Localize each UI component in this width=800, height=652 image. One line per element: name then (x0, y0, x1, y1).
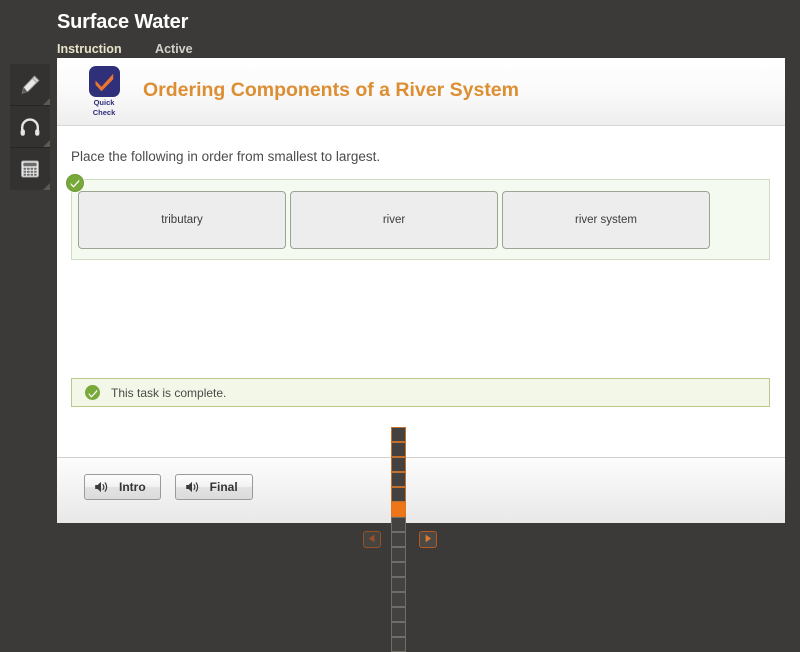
order-tile-label: river (382, 214, 406, 226)
page-dot-5[interactable] (391, 486, 406, 502)
order-tile-label: tributary (161, 214, 203, 226)
page-dot-14[interactable] (391, 621, 406, 637)
tab-instruction[interactable]: Instruction (57, 40, 122, 58)
task-complete-banner: This task is complete. (71, 378, 770, 407)
tool-calculator-button[interactable] (10, 148, 50, 190)
order-tile-label: river system (575, 214, 637, 226)
prompt-text: Place the following in order from smalle… (71, 149, 381, 164)
page-dot-15[interactable] (391, 636, 406, 652)
final-audio-label: Final (209, 480, 238, 494)
page-dot-13[interactable] (391, 606, 406, 622)
tab-active[interactable]: Active (155, 40, 193, 58)
tool-highlighter-button[interactable] (10, 64, 50, 106)
tool-audio-button[interactable] (10, 106, 50, 148)
page-navigation-bar (0, 426, 800, 652)
page-dot-11[interactable] (391, 576, 406, 592)
tool-corner-marker (43, 98, 50, 105)
ordering-drop-zone[interactable]: tributary river river system (66, 174, 770, 260)
order-tile[interactable]: river (290, 191, 498, 249)
triangle-left-icon (368, 530, 376, 548)
page-title: Surface Water (57, 11, 189, 33)
quick-check-logo: Quick Check (80, 66, 128, 117)
intro-audio-label: Intro (119, 480, 146, 494)
tool-corner-marker (43, 183, 50, 190)
page-dot-9[interactable] (391, 546, 406, 562)
header-tabs: Instruction Active (57, 40, 193, 58)
page-dot-3[interactable] (391, 456, 406, 472)
speaker-icon (185, 480, 201, 494)
page-dot-list (391, 426, 409, 652)
card-header: Quick Check Ordering Components of a Riv… (57, 58, 785, 126)
page-dot-2[interactable] (391, 441, 406, 457)
tool-rail (10, 64, 50, 190)
page-dot-1[interactable] (391, 426, 406, 442)
next-page-button[interactable] (419, 530, 437, 548)
page-dot-6[interactable] (391, 501, 406, 517)
order-tile[interactable]: tributary (78, 191, 286, 249)
activity-title: Ordering Components of a River System (143, 79, 519, 101)
success-check-icon (66, 174, 84, 192)
checkmark-badge-icon (88, 66, 120, 97)
calculator-icon (18, 157, 42, 181)
page-dot-4[interactable] (391, 471, 406, 487)
success-check-icon (85, 385, 100, 400)
page-dot-8[interactable] (391, 531, 406, 547)
tool-corner-marker (43, 140, 50, 147)
intro-audio-button[interactable]: Intro (84, 474, 161, 500)
headphones-icon (18, 115, 42, 139)
app-header: Surface Water Instruction Active (0, 0, 800, 58)
final-audio-button[interactable]: Final (174, 474, 253, 500)
task-complete-message: This task is complete. (111, 385, 227, 400)
triangle-right-icon (424, 530, 432, 548)
page-dot-7[interactable] (391, 516, 406, 532)
ordering-tile-row: tributary river river system (78, 191, 710, 249)
page-dot-10[interactable] (391, 561, 406, 577)
highlighter-icon (18, 73, 42, 97)
page-navigation-inner (363, 426, 437, 652)
order-tile[interactable]: river system (502, 191, 710, 249)
quick-check-word-2: Check (92, 108, 116, 117)
speaker-icon (94, 480, 110, 494)
card-body: Place the following in order from smalle… (57, 126, 785, 457)
page-dot-12[interactable] (391, 591, 406, 607)
quick-check-word-1: Quick (93, 98, 115, 107)
audio-button-group: Intro Final (84, 474, 253, 500)
previous-page-button[interactable] (363, 530, 381, 548)
